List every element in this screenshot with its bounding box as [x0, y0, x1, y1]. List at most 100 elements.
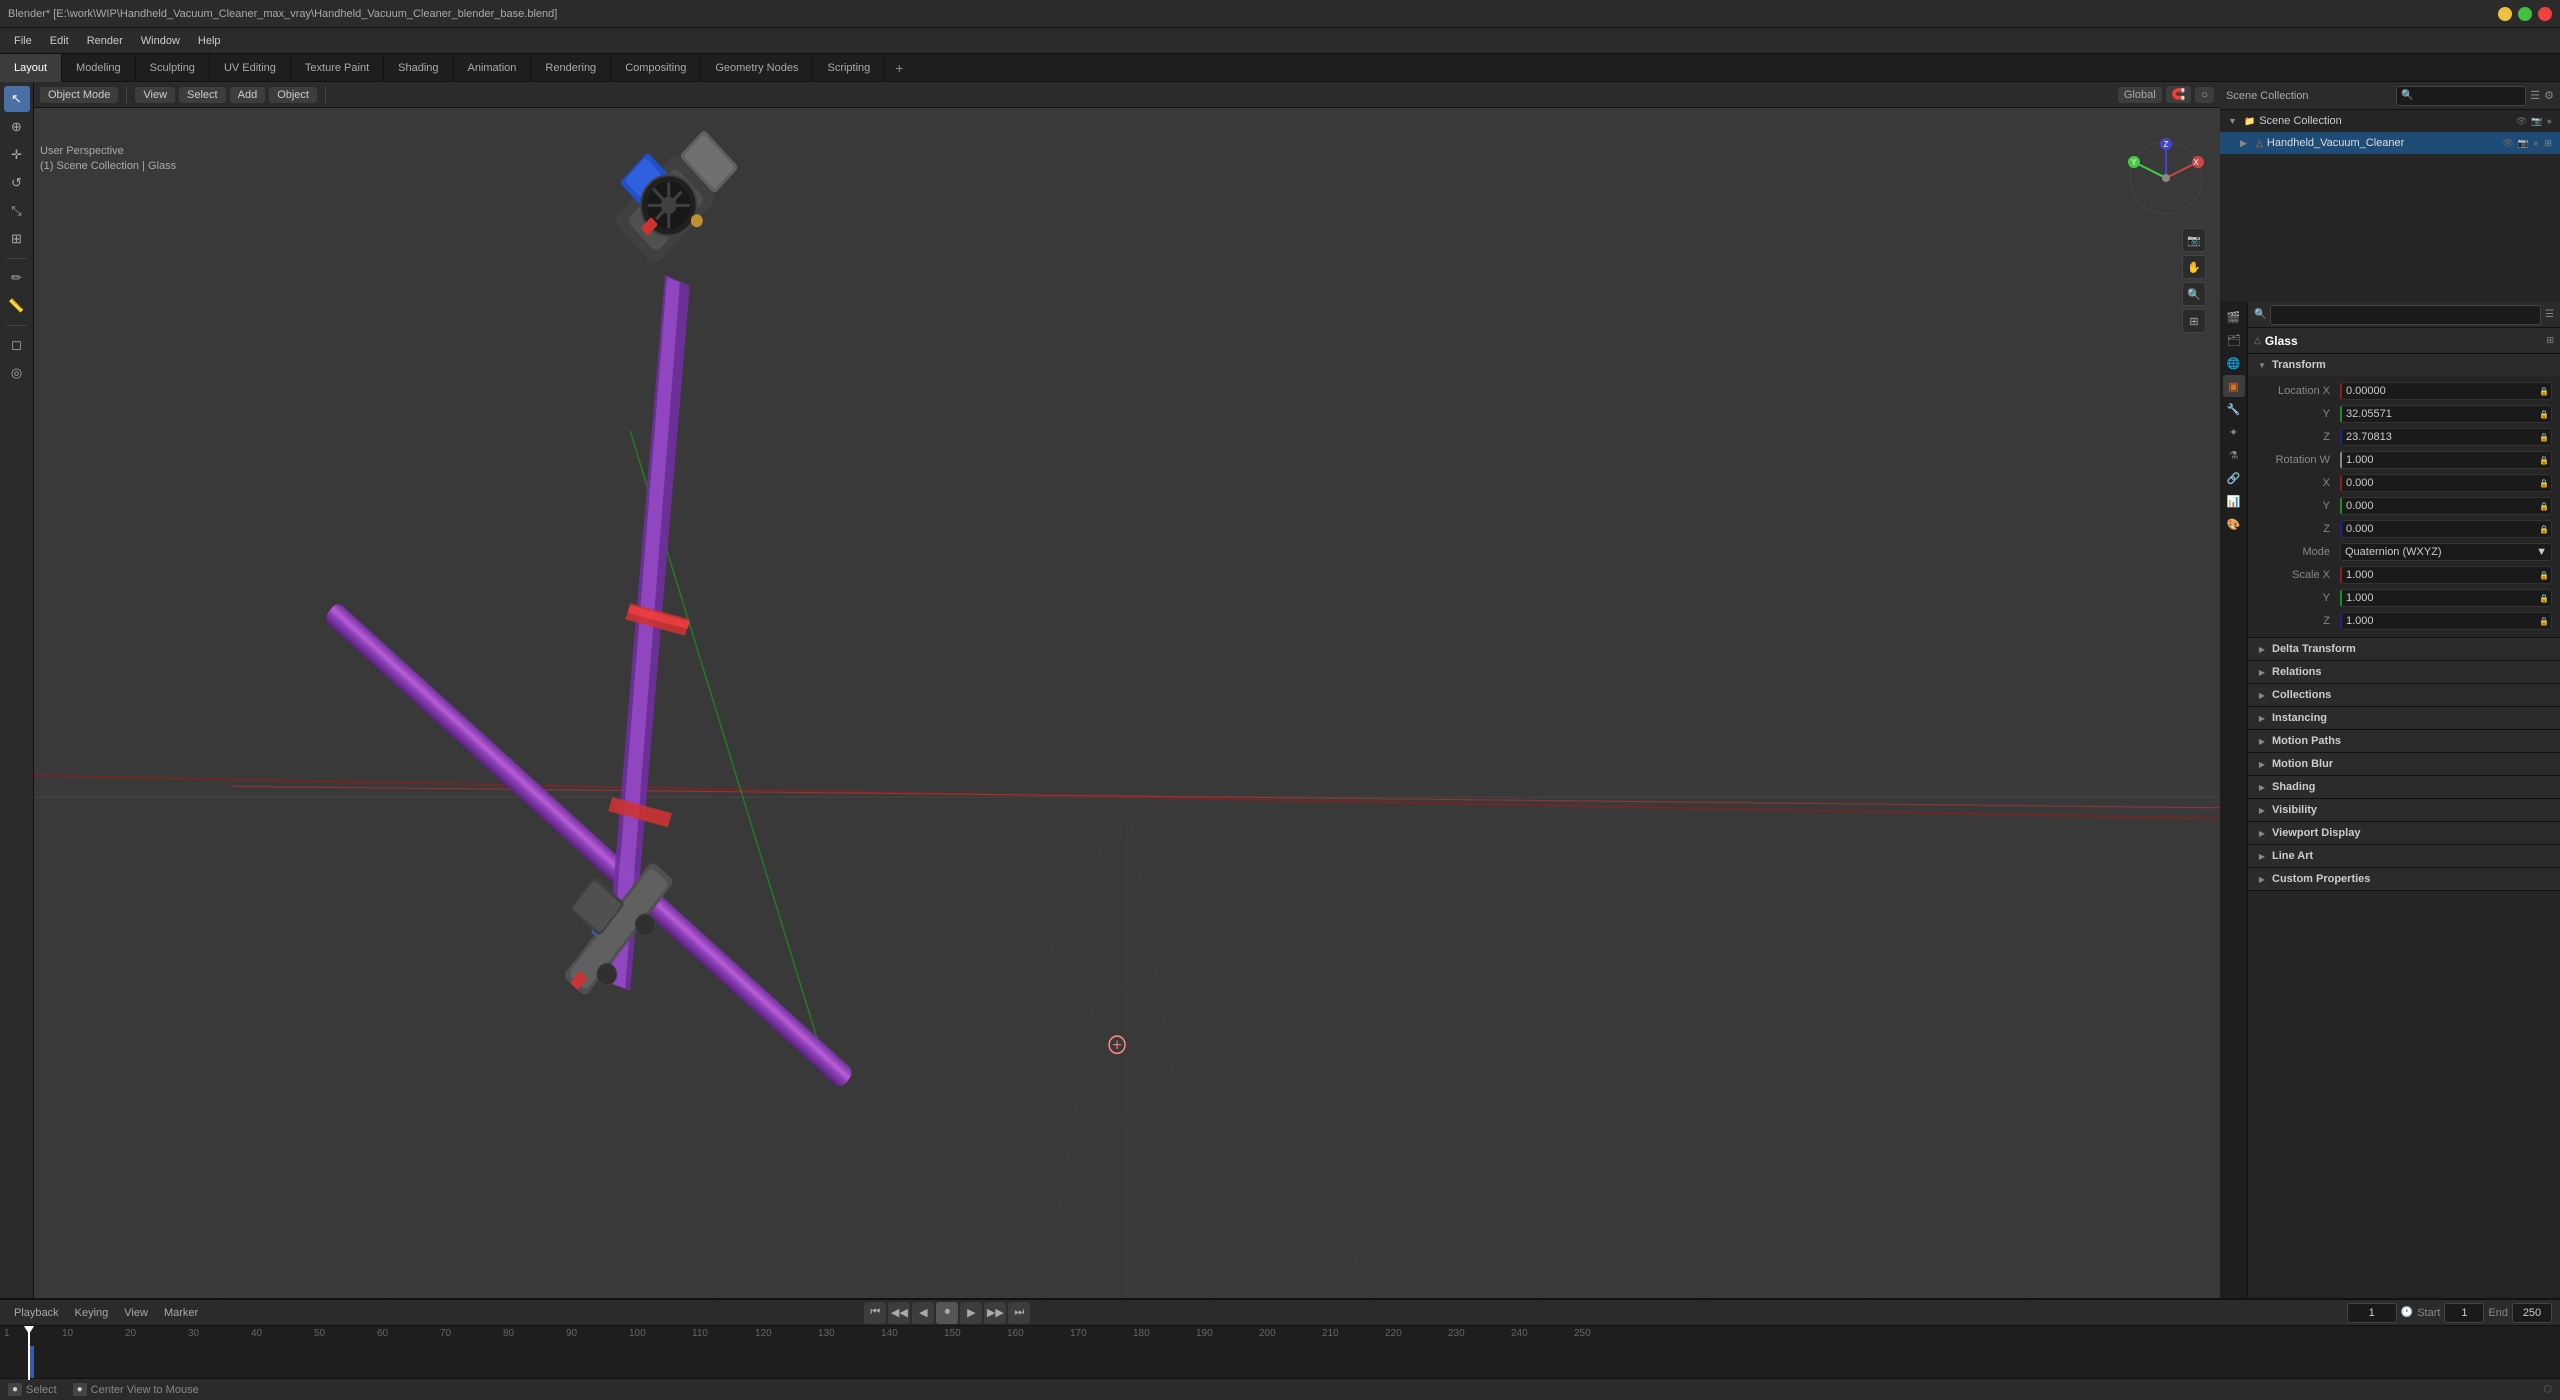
location-z-field[interactable]: 23.70813 🔒 — [2340, 428, 2552, 446]
viewport[interactable]: Object Mode View Select Add Object Globa… — [34, 82, 2220, 1400]
next-keyframe-button[interactable]: ▶▶ — [984, 1302, 1006, 1324]
outliner-content[interactable]: ▼ 📁 Scene Collection 👁 📷 ● ▶ △ Handheld_… — [2220, 110, 2560, 302]
menu-file[interactable]: File — [6, 33, 40, 49]
timeline-ruler[interactable]: 1 10 20 30 40 50 60 70 80 90 100 110 120… — [0, 1326, 2560, 1380]
rotation-x-field[interactable]: 0.000 🔒 — [2340, 474, 2552, 492]
menu-render[interactable]: Render — [79, 33, 131, 49]
viewport-add-button[interactable]: Add — [230, 87, 266, 103]
props-tab-data[interactable]: 📊 — [2223, 490, 2245, 512]
location-x-field[interactable]: 0.00000 🔒 — [2340, 382, 2552, 400]
props-tab-physics[interactable]: ⚗ — [2223, 444, 2245, 466]
motion-blur-header[interactable]: ▶ Motion Blur — [2248, 753, 2560, 775]
next-frame-button[interactable]: ▶ — [960, 1302, 982, 1324]
outliner-render-scene[interactable]: ● — [2547, 116, 2552, 126]
line-art-header[interactable]: ▶ Line Art — [2248, 845, 2560, 867]
custom-props-header[interactable]: ▶ Custom Properties — [2248, 868, 2560, 890]
timeline-menu-keying[interactable]: Keying — [69, 1305, 115, 1321]
props-tab-constraints[interactable]: 🔗 — [2223, 467, 2245, 489]
viewport-select-button[interactable]: Select — [179, 87, 226, 103]
collections-header[interactable]: ▶ Collections — [2248, 684, 2560, 706]
outliner-item-vacuum[interactable]: ▶ △ Handheld_Vacuum_Cleaner 👁 📷 ● ⊞ — [2220, 132, 2560, 154]
tab-compositing[interactable]: Compositing — [611, 54, 701, 82]
menu-edit[interactable]: Edit — [42, 33, 77, 49]
rotate-tool-button[interactable]: ↺ — [4, 170, 30, 196]
prev-frame-button[interactable]: ◀ — [912, 1302, 934, 1324]
rotation-mode-dropdown[interactable]: Quaternion (WXYZ) ▼ — [2340, 543, 2552, 561]
proportional-icon[interactable]: ○ — [2195, 87, 2214, 103]
timeline-menu-playback[interactable]: Playback — [8, 1305, 65, 1321]
tab-rendering[interactable]: Rendering — [531, 54, 611, 82]
jump-end-button[interactable]: ⏭ — [1008, 1302, 1030, 1324]
object-name-label[interactable]: Glass — [2265, 334, 2298, 348]
end-frame-field[interactable]: 250 — [2512, 1303, 2552, 1323]
visibility-header[interactable]: ▶ Visibility — [2248, 799, 2560, 821]
props-tab-renderlayer[interactable]: 🗂 — [2223, 329, 2245, 351]
scale-z-field[interactable]: 1.000 🔒 — [2340, 612, 2552, 630]
outliner-eye-vacuum[interactable]: 👁 — [2502, 138, 2513, 149]
tab-shading[interactable]: Shading — [384, 54, 453, 82]
props-tab-particles[interactable]: ✦ — [2223, 421, 2245, 443]
scale-x-field[interactable]: 1.000 🔒 — [2340, 566, 2552, 584]
outliner-cam-vacuum[interactable]: 📷 — [2518, 138, 2529, 149]
start-frame-field[interactable]: 1 — [2444, 1303, 2484, 1323]
outliner-search-input[interactable] — [2417, 90, 2522, 102]
props-tab-material[interactable]: 🎨 — [2223, 513, 2245, 535]
tab-animation[interactable]: Animation — [454, 54, 532, 82]
move-tool-button[interactable]: ✛ — [4, 142, 30, 168]
measure-tool-button[interactable]: 📏 — [4, 293, 30, 319]
transform-section-header[interactable]: ▼ Transform — [2248, 354, 2560, 376]
object-tool-button[interactable]: ◻ — [4, 332, 30, 358]
outliner-settings-icon[interactable]: ⚙ — [2544, 89, 2554, 102]
origin-tool-button[interactable]: ◎ — [4, 360, 30, 386]
shading-header[interactable]: ▶ Shading — [2248, 776, 2560, 798]
prev-keyframe-button[interactable]: ◀◀ — [888, 1302, 910, 1324]
outliner-filter-icon[interactable]: ☰ — [2530, 89, 2540, 102]
play-pause-button[interactable]: ⏺ — [936, 1302, 958, 1324]
properties-search-input[interactable] — [2270, 305, 2541, 325]
viewport-object-button[interactable]: Object — [269, 87, 317, 103]
instancing-header[interactable]: ▶ Instancing — [2248, 707, 2560, 729]
relations-header[interactable]: ▶ Relations — [2248, 661, 2560, 683]
tab-texture-paint[interactable]: Texture Paint — [291, 54, 384, 82]
location-y-field[interactable]: 32.05571 🔒 — [2340, 405, 2552, 423]
outliner-eye-scene[interactable]: 👁 — [2516, 116, 2527, 127]
jump-start-button[interactable]: ⏮ — [864, 1302, 886, 1324]
annotate-tool-button[interactable]: ✏ — [4, 265, 30, 291]
properties-filter-button[interactable]: ☰ — [2545, 309, 2554, 320]
timeline-menu-marker[interactable]: Marker — [158, 1305, 204, 1321]
tab-add-button[interactable]: + — [885, 54, 913, 82]
cursor-tool-button[interactable]: ⊕ — [4, 114, 30, 140]
props-tab-world[interactable]: 🌐 — [2223, 352, 2245, 374]
props-tab-object[interactable]: ▣ — [2223, 375, 2245, 397]
outliner-render-vacuum[interactable]: ● — [2533, 138, 2538, 148]
outliner-cam-scene[interactable]: 📷 — [2531, 116, 2542, 127]
viewport-canvas[interactable]: User Perspective (1) Scene Collection | … — [34, 108, 2220, 1400]
snap-icon[interactable]: 🧲 — [2166, 86, 2192, 103]
motion-paths-header[interactable]: ▶ Motion Paths — [2248, 730, 2560, 752]
zoom-button[interactable]: 🔍 — [2182, 282, 2206, 306]
timeline-playhead[interactable] — [28, 1326, 30, 1380]
tab-uv-editing[interactable]: UV Editing — [210, 54, 291, 82]
navigation-gizmo[interactable]: X Y Z — [2126, 138, 2206, 218]
menu-help[interactable]: Help — [190, 33, 229, 49]
props-tab-scene[interactable]: 🎬 — [2223, 306, 2245, 328]
delta-transform-header[interactable]: ▶ Delta Transform — [2248, 638, 2560, 660]
close-button[interactable] — [2538, 7, 2552, 21]
rotation-y-field[interactable]: 0.000 🔒 — [2340, 497, 2552, 515]
menu-window[interactable]: Window — [133, 33, 188, 49]
tab-scripting[interactable]: Scripting — [813, 54, 885, 82]
maximize-button[interactable] — [2518, 7, 2532, 21]
tab-sculpting[interactable]: Sculpting — [136, 54, 210, 82]
viewport-mode-button[interactable]: Object Mode — [40, 87, 118, 103]
tab-geometry-nodes[interactable]: Geometry Nodes — [701, 54, 813, 82]
camera-view-button[interactable]: 📷 — [2182, 228, 2206, 252]
tab-layout[interactable]: Layout — [0, 54, 62, 82]
transform-global-label[interactable]: Global — [2118, 87, 2162, 103]
viewport-view-button[interactable]: View — [135, 87, 175, 103]
tab-modeling[interactable]: Modeling — [62, 54, 136, 82]
viewport-display-header[interactable]: ▶ Viewport Display — [2248, 822, 2560, 844]
timeline-menu-view[interactable]: View — [118, 1305, 154, 1321]
scale-tool-button[interactable]: ⤡ — [4, 198, 30, 224]
scale-y-field[interactable]: 1.000 🔒 — [2340, 589, 2552, 607]
rotation-w-field[interactable]: 1.000 🔒 — [2340, 451, 2552, 469]
